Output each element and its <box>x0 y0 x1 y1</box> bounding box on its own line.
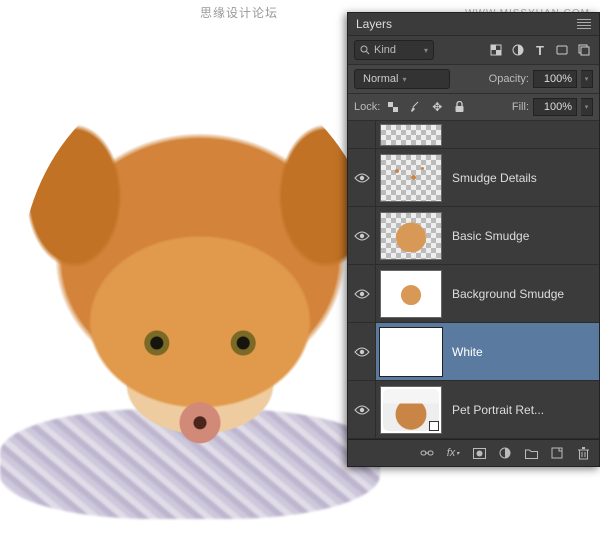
layer-style-icon[interactable]: fx▾ <box>445 445 461 461</box>
panel-footer: fx▾ <box>348 439 599 466</box>
layer-thumbnail[interactable] <box>380 154 442 202</box>
filter-kind-dropdown[interactable]: Kind ▾ <box>354 40 434 60</box>
fill-input[interactable]: 100% <box>533 98 577 116</box>
layer-name[interactable]: Pet Portrait Ret... <box>446 403 599 417</box>
new-layer-icon[interactable] <box>549 445 565 461</box>
layer-thumbnail[interactable] <box>380 270 442 318</box>
group-icon[interactable] <box>523 445 539 461</box>
filter-adjustment-icon[interactable] <box>509 41 527 59</box>
thumb-content <box>398 283 424 305</box>
blend-mode-value: Normal <box>363 73 398 85</box>
filter-kind-label: Kind <box>374 44 396 56</box>
panel-tab-bar: Layers <box>348 13 599 36</box>
layer-name[interactable]: Basic Smudge <box>446 229 599 243</box>
lock-transparency-icon[interactable] <box>384 98 402 116</box>
lock-label: Lock: <box>354 101 380 113</box>
layer-name[interactable]: Background Smudge <box>446 287 599 301</box>
layer-name[interactable]: White <box>446 345 599 359</box>
lock-row: Lock: ✥ Fill: 100% ▾ <box>348 94 599 121</box>
opacity-input[interactable]: 100% <box>533 70 577 88</box>
opacity-stepper[interactable]: ▾ <box>581 70 593 88</box>
chevron-down-icon: ▾ <box>402 75 406 84</box>
layer-thumbnail[interactable] <box>380 328 442 376</box>
layer-row[interactable]: White <box>348 323 599 381</box>
fill-stepper[interactable]: ▾ <box>581 98 593 116</box>
eye-icon <box>354 172 370 184</box>
eye-icon <box>354 346 370 358</box>
filter-type-icon[interactable]: T <box>531 41 549 59</box>
eye-icon <box>354 230 370 242</box>
panel-title[interactable]: Layers <box>356 17 392 31</box>
layer-thumbnail[interactable] <box>380 386 442 434</box>
filter-smart-icon[interactable] <box>575 41 593 59</box>
filter-pixel-icon[interactable] <box>487 41 505 59</box>
layer-thumbnail[interactable] <box>380 212 442 260</box>
watermark-cn: 思缘设计论坛 <box>200 4 278 21</box>
fill-label: Fill: <box>512 101 529 113</box>
fill-value: 100% <box>544 101 572 113</box>
layers-list: Smudge Details Basic Smudge Background S… <box>348 121 599 439</box>
adjustment-layer-icon[interactable] <box>497 445 513 461</box>
visibility-toggle[interactable] <box>348 265 376 322</box>
link-layers-icon[interactable] <box>419 445 435 461</box>
visibility-toggle[interactable] <box>348 149 376 206</box>
layer-row[interactable]: Pet Portrait Ret... <box>348 381 599 439</box>
filter-row: Kind ▾ T <box>348 36 599 65</box>
layer-row[interactable] <box>348 121 599 149</box>
opacity-label: Opacity: <box>489 73 529 85</box>
filter-shape-icon[interactable] <box>553 41 571 59</box>
lock-position-icon[interactable]: ✥ <box>428 98 446 116</box>
smart-object-badge <box>429 421 439 431</box>
lock-all-icon[interactable] <box>450 98 468 116</box>
visibility-toggle[interactable] <box>348 121 376 148</box>
layer-row[interactable]: Basic Smudge <box>348 207 599 265</box>
panel-menu-icon[interactable] <box>577 19 591 29</box>
dog-illustration <box>20 70 380 490</box>
visibility-toggle[interactable] <box>348 323 376 380</box>
blend-mode-dropdown[interactable]: Normal ▾ <box>354 69 450 89</box>
delete-layer-icon[interactable] <box>575 445 591 461</box>
visibility-toggle[interactable] <box>348 381 376 438</box>
layer-thumbnail[interactable] <box>380 124 442 146</box>
layer-name[interactable]: Smudge Details <box>446 171 599 185</box>
layer-row[interactable]: Smudge Details <box>348 149 599 207</box>
thumb-content <box>391 220 431 252</box>
eye-icon <box>354 288 370 300</box>
layer-row[interactable]: Background Smudge <box>348 265 599 323</box>
visibility-toggle[interactable] <box>348 207 376 264</box>
eye-icon <box>354 404 370 416</box>
lock-paint-icon[interactable] <box>406 98 424 116</box>
layer-mask-icon[interactable] <box>471 445 487 461</box>
layers-panel: Layers Kind ▾ T Normal ▾ Opacity: 100% ▾… <box>347 12 600 467</box>
opacity-value: 100% <box>544 73 572 85</box>
chevron-down-icon: ▾ <box>424 46 428 55</box>
search-icon <box>360 45 370 55</box>
blend-row: Normal ▾ Opacity: 100% ▾ <box>348 65 599 94</box>
